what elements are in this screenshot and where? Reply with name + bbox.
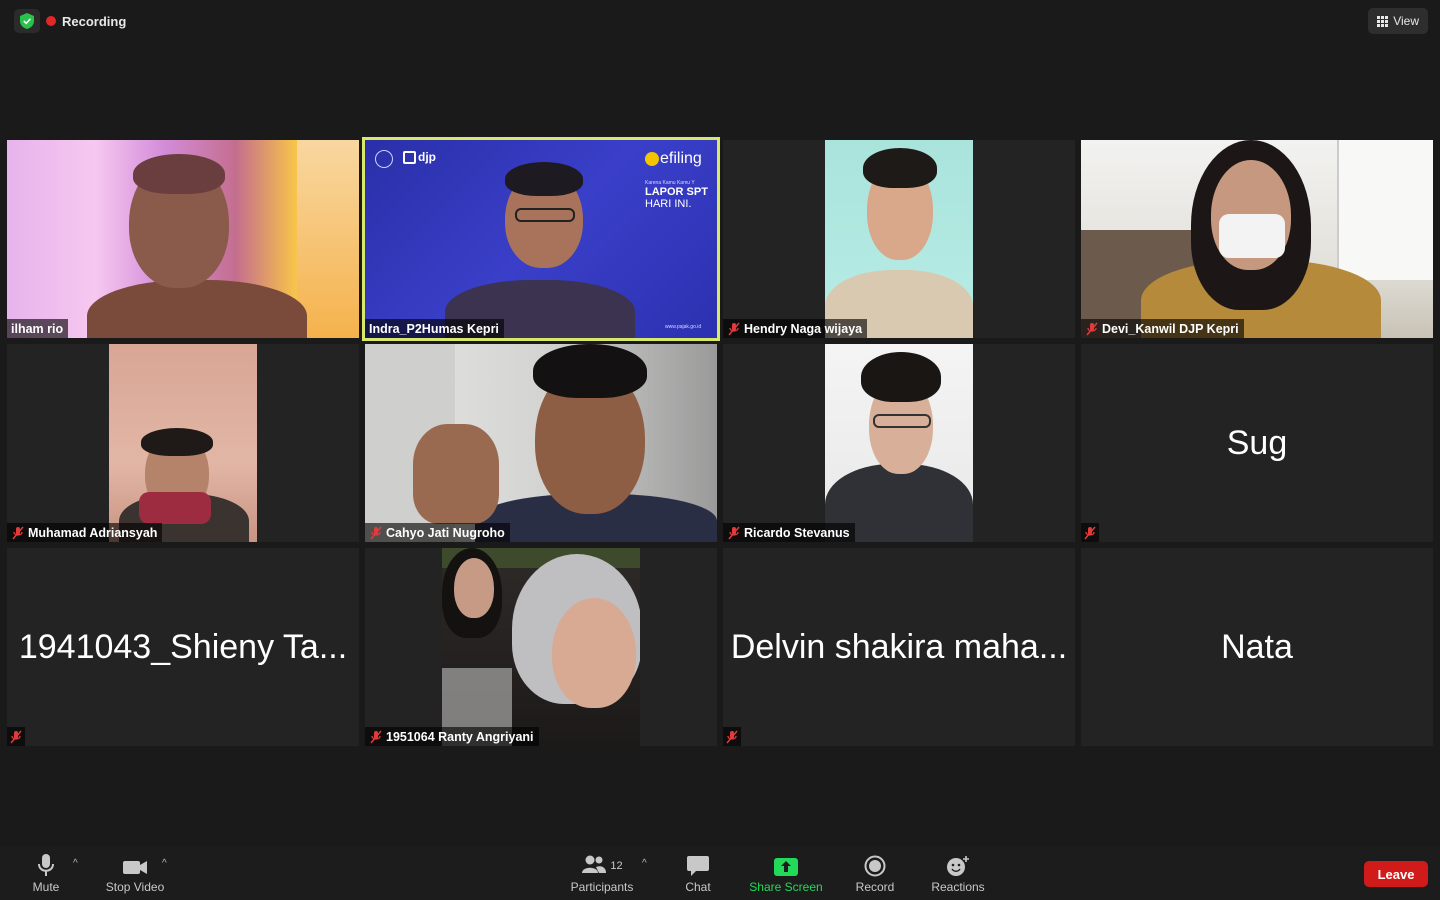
video-options-chevron-up-icon[interactable]: ^ [162, 858, 167, 869]
efiling-logo: efiling [645, 150, 702, 168]
participant-display-name: Nata [1221, 627, 1293, 666]
participant-name-tag: Devi_Kanwil DJP Kepri [1081, 319, 1244, 338]
participant-name-tag: Muhamad Adriansyah [7, 523, 163, 542]
mic-muted-icon [728, 526, 740, 539]
website-url: www.pajak.go.id [665, 324, 702, 330]
share-screen-button[interactable]: Share Screen [745, 847, 827, 900]
share-screen-icon [774, 858, 798, 876]
view-label: View [1393, 14, 1419, 28]
mic-muted-icon [726, 730, 738, 743]
participants-button[interactable]: 12 Participants [563, 847, 641, 900]
headline-1: LAPOR SPT [645, 186, 708, 198]
participant-tile[interactable]: 1951064 Ranty Angriyani [365, 548, 717, 746]
reactions-button[interactable]: Reactions [926, 847, 990, 900]
audio-options-chevron-up-icon[interactable]: ^ [73, 858, 78, 869]
participant-name: Muhamad Adriansyah [28, 525, 158, 540]
participant-name-tag: Ricardo Stevanus [723, 523, 855, 542]
participant-name: Ricardo Stevanus [744, 525, 850, 540]
participant-video [7, 140, 359, 338]
participant-tile[interactable]: Nata [1081, 548, 1433, 746]
participant-tile[interactable]: 1941043_Shieny Ta... [7, 548, 359, 746]
participant-tile[interactable]: Hendry Naga wijaya [723, 140, 1075, 338]
mic-muted-icon [370, 730, 382, 743]
mic-muted-badge [723, 727, 741, 746]
participant-display-name: Sug [1226, 423, 1288, 462]
view-button[interactable]: View [1368, 8, 1428, 34]
mic-muted-icon [10, 730, 22, 743]
participant-name: Devi_Kanwil DJP Kepri [1102, 321, 1239, 336]
mic-muted-icon [12, 526, 24, 539]
chat-label: Chat [685, 880, 711, 894]
participant-tile[interactable]: Devi_Kanwil DJP Kepri [1081, 140, 1433, 338]
participants-count: 12 [610, 859, 623, 872]
recording-label: Recording [62, 13, 127, 29]
mic-muted-icon [370, 526, 382, 539]
video-camera-icon [123, 861, 147, 874]
participant-video [109, 344, 257, 542]
participant-tile[interactable]: Muhamad Adriansyah [7, 344, 359, 542]
participant-video [825, 140, 973, 338]
participant-video [442, 548, 640, 746]
record-label: Record [855, 880, 895, 894]
participant-name: ilham rio [11, 321, 64, 336]
seal-icon [375, 150, 393, 168]
participant-tile-active-speaker[interactable]: djp efiling Karena Kamu Kamu Y LAPOR SPT… [362, 137, 720, 341]
participant-name: Hendry Naga wijaya [744, 321, 863, 336]
add-reaction-icon [947, 856, 969, 876]
participant-tile[interactable]: Sug [1081, 344, 1433, 542]
participant-tile[interactable]: Ricardo Stevanus [723, 344, 1075, 542]
participant-tile[interactable]: Cahyo Jati Nugroho [365, 344, 717, 542]
participant-name-tag: Cahyo Jati Nugroho [365, 523, 510, 542]
participant-name-tag: 1951064 Ranty Angriyani [365, 727, 539, 746]
participant-name: Indra_P2Humas Kepri [369, 321, 499, 336]
participants-icon [582, 855, 607, 873]
reactions-label: Reactions [931, 880, 985, 894]
security-shield-icon[interactable] [14, 9, 40, 33]
chat-bubble-icon [687, 856, 709, 876]
participant-name-tag: Indra_P2Humas Kepri [365, 319, 504, 338]
participant-display-name: 1941043_Shieny Ta... [18, 627, 348, 666]
recording-indicator[interactable]: Recording [46, 9, 126, 33]
mute-button[interactable]: Mute [22, 847, 70, 900]
participant-tile[interactable]: Delvin shakira maha... [723, 548, 1075, 746]
grid-icon [1377, 15, 1389, 27]
leave-button[interactable]: Leave [1364, 861, 1428, 887]
mic-muted-badge [1081, 523, 1099, 542]
participant-display-name: Delvin shakira maha... [730, 627, 1068, 666]
stop-video-button[interactable]: Stop Video [100, 847, 170, 900]
mic-muted-icon [1084, 526, 1096, 539]
recording-dot-icon [46, 16, 56, 26]
record-button[interactable]: Record [850, 847, 900, 900]
mute-label: Mute [32, 880, 60, 894]
participant-name-tag: Hendry Naga wijaya [723, 319, 868, 338]
share-screen-label: Share Screen [749, 880, 823, 894]
microphone-icon [38, 854, 54, 876]
meeting-toolbar: Mute ^ Stop Video ^ 12 Participants ^ Ch… [0, 847, 1440, 900]
participants-options-chevron-up-icon[interactable]: ^ [642, 858, 647, 869]
participant-name: 1951064 Ranty Angriyani [386, 729, 534, 744]
stop-video-label: Stop Video [105, 880, 165, 894]
participant-video: djp efiling Karena Kamu Kamu Y LAPOR SPT… [365, 140, 717, 338]
record-icon [864, 855, 886, 877]
mic-muted-icon [1086, 322, 1098, 335]
chat-button[interactable]: Chat [678, 847, 718, 900]
participant-name: Cahyo Jati Nugroho [386, 525, 505, 540]
participant-tile[interactable]: ilham rio [7, 140, 359, 338]
djp-logo: djp [403, 150, 436, 164]
participant-video [825, 344, 973, 542]
participant-video [1081, 140, 1433, 338]
participants-label: Participants [570, 880, 634, 894]
mic-muted-icon [728, 322, 740, 335]
participant-video [365, 344, 717, 542]
mic-muted-badge [7, 727, 25, 746]
top-bar: Recording View [0, 0, 1440, 42]
participant-name-tag: ilham rio [7, 319, 69, 338]
headline-2: HARI INI. [645, 198, 692, 210]
